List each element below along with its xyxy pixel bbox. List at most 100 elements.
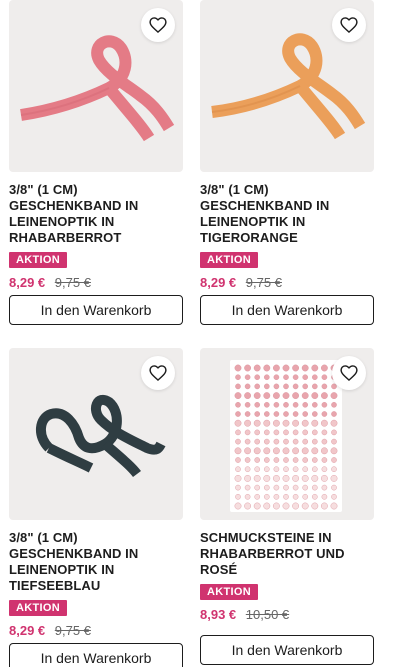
price-row: 8,93 € 10,50 € [200, 607, 374, 623]
product-title[interactable]: 3/8" (1 CM) GESCHENKBAND IN LEINENOPTIK … [9, 530, 183, 594]
rhinestone [292, 402, 299, 408]
rhinestone [301, 419, 309, 427]
rhinestone [312, 402, 318, 408]
rhinestone [244, 429, 251, 436]
rhinestone [302, 411, 308, 417]
rhinestone [234, 364, 242, 372]
rhinestone [331, 411, 337, 417]
rhinestone [254, 457, 261, 463]
rhinestone [311, 502, 319, 510]
rhinestone [282, 474, 290, 482]
rhinestone [292, 429, 299, 436]
rhinestone [312, 457, 318, 463]
rhinestone [331, 466, 337, 472]
sale-price: 8,29 € [9, 623, 46, 638]
rhinestone [292, 474, 300, 482]
rhinestone [282, 392, 290, 399]
rhinestone [321, 392, 328, 399]
rhinestone [283, 383, 289, 390]
rhinestone [330, 447, 338, 455]
rhinestone [321, 447, 328, 455]
rhinestone [273, 466, 280, 472]
heart-outline-icon [340, 365, 358, 382]
rhinestone [283, 402, 289, 408]
rhinestone [283, 484, 289, 491]
rhinestone [244, 374, 251, 381]
favorite-button[interactable] [141, 8, 175, 42]
product-card: 3/8" (1 CM) GESCHENKBAND IN LEINENOPTIK … [9, 0, 183, 325]
add-to-cart-button[interactable]: In den Warenkorb [9, 295, 183, 325]
rhinestone [312, 383, 318, 390]
product-image[interactable] [9, 0, 183, 172]
rhinestone [292, 374, 299, 381]
rhinestone [282, 447, 290, 455]
rhinestone [331, 429, 337, 436]
rhinestone [263, 502, 271, 510]
rhinestone [254, 411, 261, 417]
rhinestone [264, 457, 270, 463]
rhinestone [302, 429, 308, 436]
favorite-button[interactable] [332, 8, 366, 42]
rhinestone [273, 438, 280, 445]
rhinestone [292, 502, 300, 510]
rhinestone [264, 383, 270, 390]
favorite-button[interactable] [332, 356, 366, 390]
rhinestone [254, 383, 261, 390]
favorite-button[interactable] [141, 356, 175, 390]
product-title[interactable]: 3/8" (1 CM) GESCHENKBAND IN LEINENOPTIK … [9, 182, 183, 246]
add-to-cart-button[interactable]: In den Warenkorb [200, 295, 374, 325]
rhinestone [235, 411, 241, 417]
rhinestone [244, 493, 251, 500]
rhinestone [273, 411, 280, 417]
rhinestone [273, 447, 280, 455]
rhinestone [292, 447, 300, 455]
rhinestone [312, 466, 318, 472]
rhinestone [321, 411, 328, 417]
rhinestone [302, 374, 308, 381]
rhinestone [330, 419, 338, 427]
product-title[interactable]: 3/8" (1 CM) GESCHENKBAND IN LEINENOPTIK … [200, 182, 374, 246]
rhinestone [273, 493, 280, 500]
rhinestone [244, 392, 251, 399]
rhinestone [234, 474, 242, 482]
rhinestone [264, 402, 270, 408]
rhinestone [331, 438, 337, 445]
product-image[interactable] [200, 0, 374, 172]
sale-price: 8,93 € [200, 607, 237, 622]
rhinestone [302, 466, 308, 472]
rhinestone [311, 474, 319, 482]
rhinestone [283, 466, 289, 472]
rhinestone [273, 457, 280, 463]
rhinestone [282, 502, 290, 510]
rhinestone [244, 457, 251, 463]
add-to-cart-button[interactable]: In den Warenkorb [200, 635, 374, 665]
rhinestone [263, 447, 271, 455]
rhinestone [331, 484, 337, 491]
rhinestone [292, 484, 299, 491]
rhinestone [292, 383, 299, 390]
rhinestone [235, 484, 241, 491]
rhinestone [283, 457, 289, 463]
original-price: 9,75 € [54, 623, 91, 638]
product-image[interactable] [9, 348, 183, 520]
rhinestone [235, 383, 241, 390]
rhinestone [292, 419, 300, 427]
rhinestone [254, 484, 261, 491]
rhinestone [312, 411, 318, 417]
add-to-cart-button[interactable]: In den Warenkorb [9, 643, 183, 667]
price-row: 8,29 € 9,75 € [200, 275, 374, 291]
original-price: 9,75 € [54, 275, 91, 290]
product-image[interactable] [200, 348, 374, 520]
rhinestone [302, 484, 308, 491]
product-title[interactable]: SCHMUCKSTEINE IN RHABARBERROT UND ROSÉ [200, 530, 374, 578]
rhinestone [244, 466, 251, 472]
product-card: 3/8" (1 CM) GESCHENKBAND IN LEINENOPTIK … [200, 0, 374, 325]
rhinestone [244, 364, 251, 372]
rhinestone [254, 429, 261, 436]
sale-badge: AKTION [9, 600, 67, 616]
rhinestone [321, 457, 328, 463]
rhinestone [244, 502, 251, 510]
rhinestone [253, 474, 261, 482]
price-row: 8,29 € 9,75 € [9, 623, 183, 639]
rhinestone [253, 447, 261, 455]
